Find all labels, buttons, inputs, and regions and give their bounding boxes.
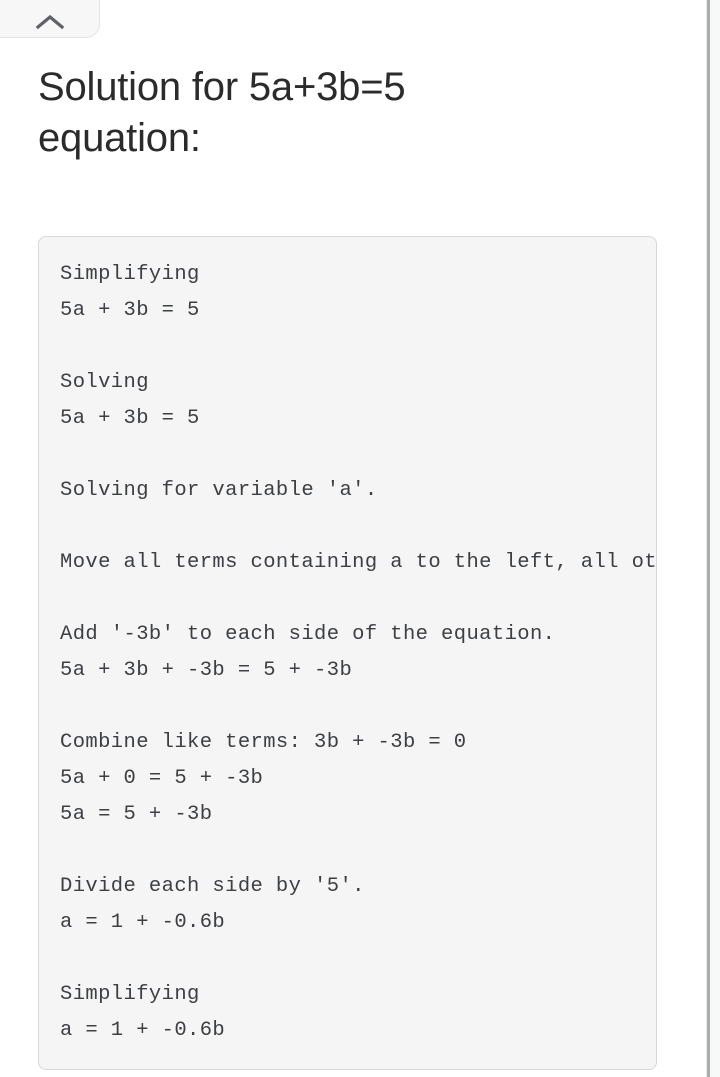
solution-code-block: Simplifying 5a + 3b = 5 Solving 5a + 3b … xyxy=(38,236,657,1070)
page-title: Solution for 5a+3b=5 equation: xyxy=(38,65,406,160)
solution-text: Simplifying 5a + 3b = 5 Solving 5a + 3b … xyxy=(60,263,656,1042)
vertical-scrollbar[interactable] xyxy=(706,0,720,1077)
chevron-up-icon xyxy=(35,13,65,31)
collapse-toggle-tab[interactable] xyxy=(0,0,100,38)
article-content: Solution for 5a+3b=5 equation: Simplifyi… xyxy=(0,0,706,1070)
scrollbar-thumb[interactable] xyxy=(707,0,710,1077)
page-viewport: Solution for 5a+3b=5 equation: Simplifyi… xyxy=(0,0,706,1077)
